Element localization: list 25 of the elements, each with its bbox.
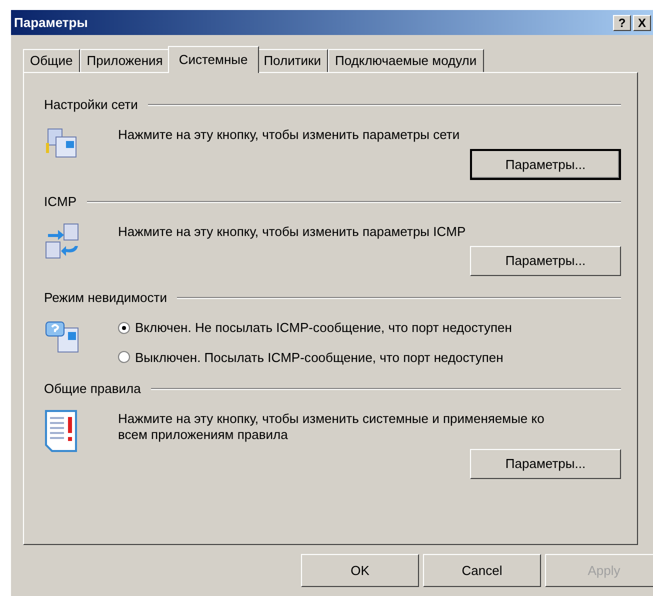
- document-warning-icon: [44, 409, 78, 453]
- radio-option[interactable]: Выключен. Посылать ICMP-сообщение, что порт недоступен: [118, 348, 621, 367]
- tab[interactable]: Системные: [168, 46, 259, 73]
- section-heading: Настройки сети: [44, 96, 138, 114]
- parameters-button[interactable]: Параметры...: [470, 449, 621, 479]
- description: Нажмите на эту кнопку, чтобы изменить параметры ICMP: [118, 223, 467, 240]
- radio-button[interactable]: [118, 322, 130, 334]
- tab[interactable]: Приложения: [80, 49, 170, 72]
- section-heading: Режим невидимости: [44, 289, 167, 308]
- radio-button[interactable]: [118, 351, 130, 364]
- window-title: Параметры: [14, 14, 89, 32]
- help-button[interactable]: ?: [613, 14, 631, 30]
- close-button[interactable]: X: [633, 14, 651, 30]
- tab[interactable]: Политики: [256, 49, 328, 72]
- parameters-button[interactable]: Параметры...: [470, 246, 621, 276]
- section-heading: Общие правила: [44, 380, 141, 398]
- section-heading: ICMP: [44, 193, 76, 212]
- description: Нажмите на эту кнопку, чтобы изменить параметры сети: [118, 126, 461, 143]
- parameters-button[interactable]: Параметры...: [470, 149, 621, 180]
- tab[interactable]: Общие: [23, 49, 80, 72]
- tab[interactable]: Подключаемые модули: [328, 49, 484, 72]
- dialog-button[interactable]: OK: [301, 554, 419, 587]
- radio-option[interactable]: Включен. Не посылать ICMP-сообщение, что порт недоступен: [118, 318, 621, 338]
- description: Нажмите на эту кнопку, чтобы изменить системные и применяемые ко всем приложениям правила: [118, 410, 546, 443]
- dialog-button[interactable]: Cancel: [423, 554, 541, 587]
